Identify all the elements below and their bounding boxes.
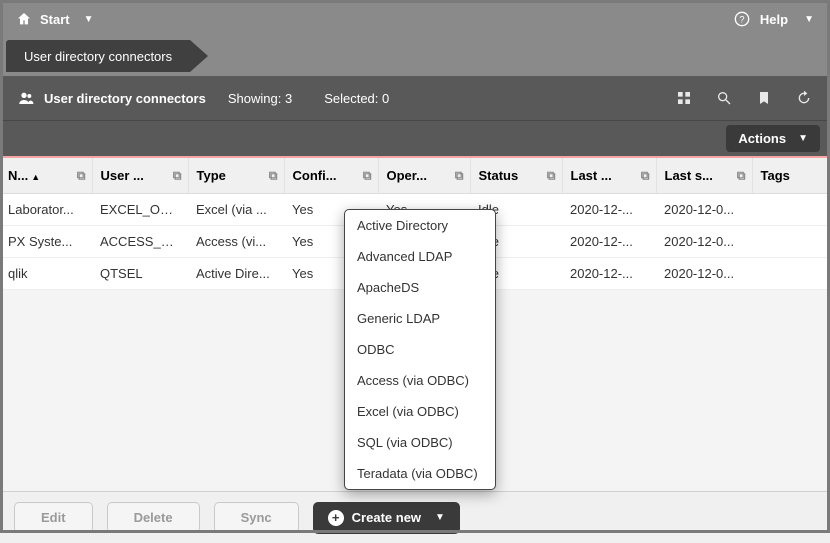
cell-tags bbox=[752, 194, 830, 226]
create-new-button[interactable]: + Create new ▼ bbox=[313, 502, 460, 534]
col-type[interactable]: Type⧉ bbox=[188, 158, 284, 194]
sort-asc-icon: ▲ bbox=[31, 172, 40, 182]
create-label: Create new bbox=[352, 510, 421, 525]
col-oper[interactable]: Oper...⧉ bbox=[378, 158, 470, 194]
dropdown-item[interactable]: Active Directory bbox=[345, 210, 495, 241]
selected-label: Selected: 0 bbox=[324, 91, 389, 106]
delete-button[interactable]: Delete bbox=[107, 502, 200, 533]
plus-icon: + bbox=[328, 510, 344, 526]
cell-tags bbox=[752, 258, 830, 290]
dropdown-item[interactable]: SQL (via ODBC) bbox=[345, 427, 495, 458]
cell-user: EXCEL_OD... bbox=[92, 194, 188, 226]
dropdown-item[interactable]: Advanced LDAP bbox=[345, 241, 495, 272]
sync-button[interactable]: Sync bbox=[214, 502, 299, 533]
cell-lasts: 2020-12-0... bbox=[656, 194, 752, 226]
search-icon[interactable] bbox=[716, 89, 732, 107]
page-title: User directory connectors bbox=[44, 91, 206, 106]
breadcrumb[interactable]: User directory connectors bbox=[6, 40, 190, 72]
refresh-icon[interactable] bbox=[796, 89, 812, 107]
column-selector-icon[interactable] bbox=[676, 89, 692, 107]
start-label: Start bbox=[40, 12, 70, 27]
breadcrumb-label: User directory connectors bbox=[24, 49, 172, 64]
create-new-dropdown[interactable]: Active DirectoryAdvanced LDAPApacheDSGen… bbox=[344, 209, 496, 490]
col-tags[interactable]: Tags bbox=[752, 158, 830, 194]
filter-icon[interactable]: ⧉ bbox=[547, 168, 556, 183]
filter-icon[interactable]: ⧉ bbox=[269, 168, 278, 183]
cell-type: Excel (via ... bbox=[188, 194, 284, 226]
edit-button[interactable]: Edit bbox=[14, 502, 93, 533]
col-config[interactable]: Confi...⧉ bbox=[284, 158, 378, 194]
actions-row: Actions ▼ bbox=[0, 120, 830, 156]
showing-label: Showing: 3 bbox=[228, 91, 292, 106]
breadcrumb-bar: User directory connectors bbox=[0, 38, 830, 76]
cell-name: PX Syste... bbox=[0, 226, 92, 258]
col-user[interactable]: User ...⧉ bbox=[92, 158, 188, 194]
cell-type: Access (vi... bbox=[188, 226, 284, 258]
chevron-down-icon: ▼ bbox=[435, 512, 445, 523]
filter-icon[interactable]: ⧉ bbox=[641, 168, 650, 183]
actions-button[interactable]: Actions ▼ bbox=[726, 125, 820, 152]
dropdown-item[interactable]: Teradata (via ODBC) bbox=[345, 458, 495, 489]
cell-name: qlik bbox=[0, 258, 92, 290]
col-lasts[interactable]: Last s...⧉ bbox=[656, 158, 752, 194]
start-menu[interactable]: Start ▼ bbox=[16, 11, 94, 28]
col-name[interactable]: N...▲⧉ bbox=[0, 158, 92, 194]
cell-type: Active Dire... bbox=[188, 258, 284, 290]
cell-user: ACCESS_O... bbox=[92, 226, 188, 258]
dropdown-item[interactable]: ApacheDS bbox=[345, 272, 495, 303]
svg-text:?: ? bbox=[739, 15, 744, 25]
actions-label: Actions bbox=[738, 131, 786, 146]
dropdown-item[interactable]: Excel (via ODBC) bbox=[345, 396, 495, 427]
chevron-down-icon: ▼ bbox=[84, 14, 94, 25]
dropdown-item[interactable]: ODBC bbox=[345, 334, 495, 365]
filter-icon[interactable]: ⧉ bbox=[77, 168, 86, 183]
topbar: Start ▼ ? Help ▼ bbox=[0, 0, 830, 38]
cell-user: QTSEL bbox=[92, 258, 188, 290]
help-icon: ? bbox=[734, 11, 750, 28]
chevron-down-icon: ▼ bbox=[804, 14, 814, 25]
bookmark-icon[interactable] bbox=[756, 89, 772, 107]
cell-last: 2020-12-... bbox=[562, 194, 656, 226]
col-last[interactable]: Last ...⧉ bbox=[562, 158, 656, 194]
dropdown-item[interactable]: Generic LDAP bbox=[345, 303, 495, 334]
cell-last: 2020-12-... bbox=[562, 226, 656, 258]
filter-icon[interactable]: ⧉ bbox=[455, 168, 464, 183]
chevron-down-icon: ▼ bbox=[798, 133, 808, 144]
filter-icon[interactable]: ⧉ bbox=[737, 168, 746, 183]
cell-last: 2020-12-... bbox=[562, 258, 656, 290]
filter-icon[interactable]: ⧉ bbox=[363, 168, 372, 183]
dropdown-item[interactable]: Access (via ODBC) bbox=[345, 365, 495, 396]
cell-lasts: 2020-12-0... bbox=[656, 226, 752, 258]
col-status[interactable]: Status⧉ bbox=[470, 158, 562, 194]
people-icon bbox=[18, 90, 34, 107]
footer: Edit Delete Sync + Create new ▼ bbox=[0, 491, 830, 543]
cell-tags bbox=[752, 226, 830, 258]
cell-name: Laborator... bbox=[0, 194, 92, 226]
filter-icon[interactable]: ⧉ bbox=[173, 168, 182, 183]
home-icon bbox=[16, 11, 32, 28]
cell-lasts: 2020-12-0... bbox=[656, 258, 752, 290]
section-header: User directory connectors Showing: 3 Sel… bbox=[0, 76, 830, 120]
help-menu[interactable]: ? Help ▼ bbox=[734, 11, 814, 28]
help-label: Help bbox=[760, 12, 788, 27]
